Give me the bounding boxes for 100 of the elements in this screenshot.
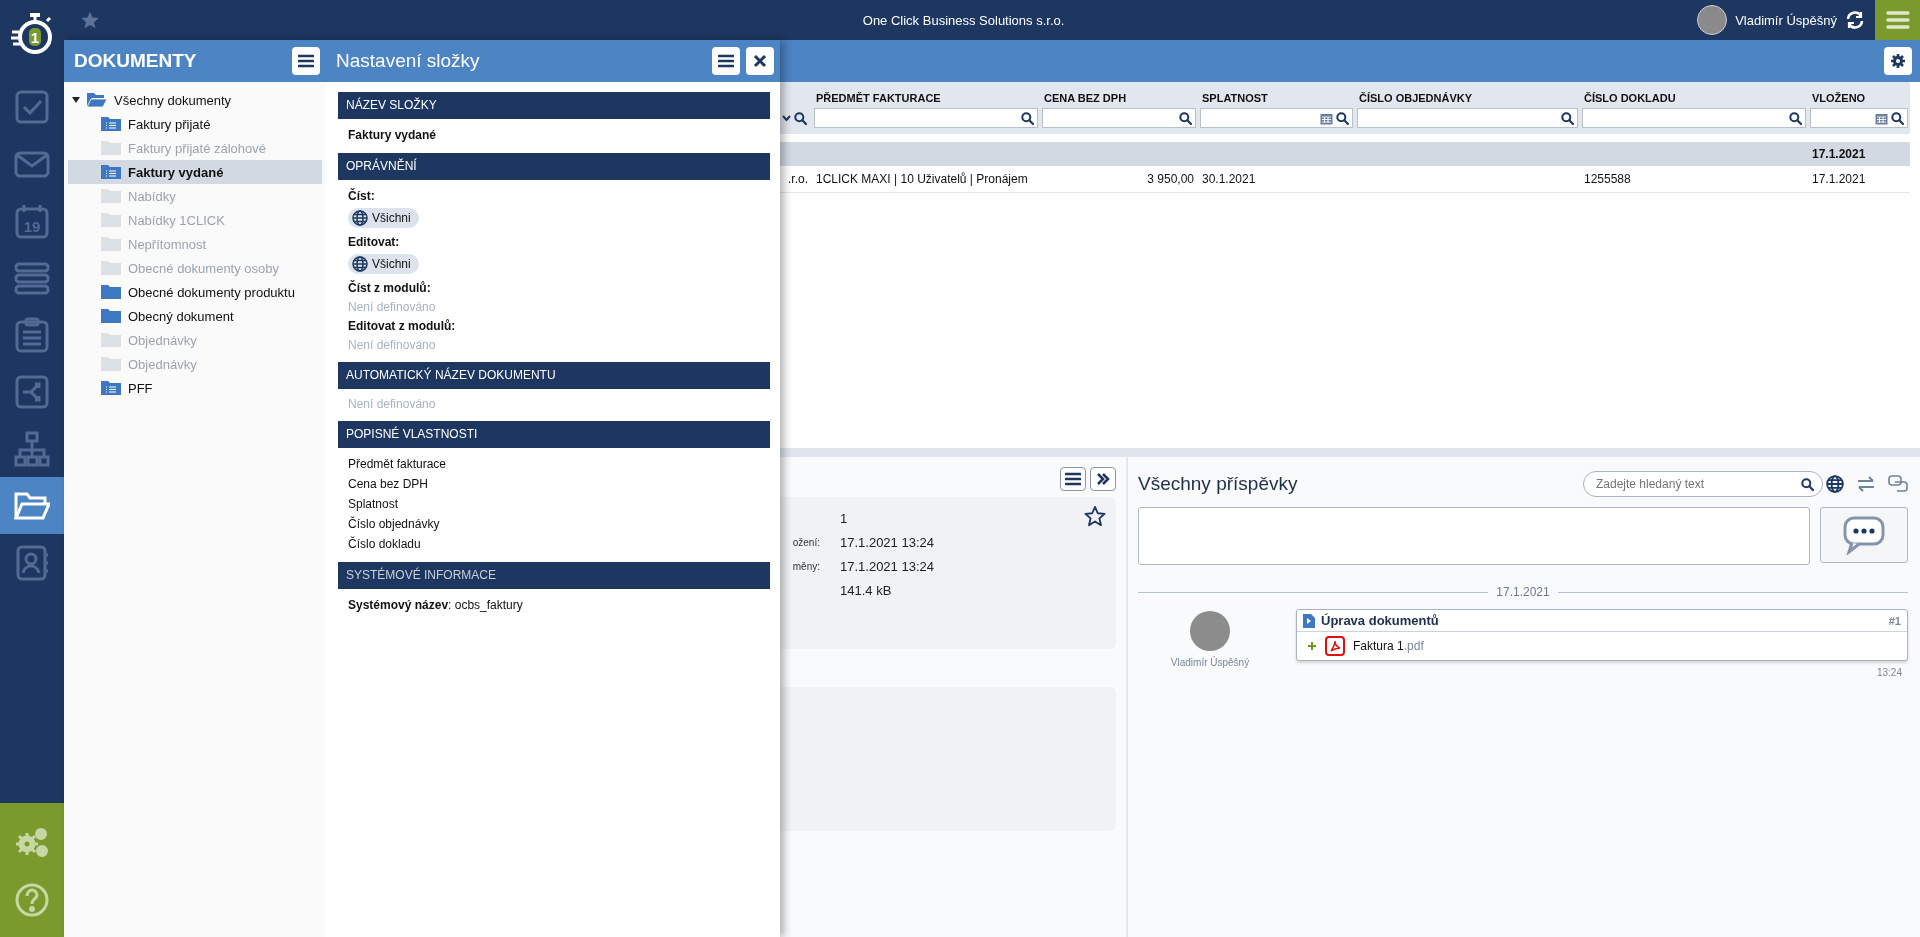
caret-icon[interactable] <box>72 97 80 103</box>
comment-input[interactable] <box>1138 507 1810 565</box>
settings-button[interactable] <box>1884 47 1912 75</box>
folder-icon <box>100 236 122 252</box>
list-folder-icon <box>100 116 122 132</box>
filter-field[interactable] <box>1357 108 1578 128</box>
star-icon[interactable] <box>1084 505 1106 527</box>
close-icon <box>753 54 767 68</box>
section-heading: AUTOMATICKÝ NÁZEV DOKUMENTU <box>338 362 770 389</box>
org-icon <box>14 430 50 467</box>
date-filter-field[interactable] <box>1200 108 1353 128</box>
search-icon <box>794 111 807 125</box>
panel-title: DOKUMENTY <box>74 50 198 72</box>
menu-button[interactable] <box>1060 467 1086 491</box>
comments-title: Všechny příspěvky <box>1138 473 1299 495</box>
folder-icon <box>100 212 122 228</box>
date-divider: 17.1.2021 <box>1496 585 1550 599</box>
table-cell-text: 30.1.2021 <box>1201 171 1257 188</box>
open-folder-icon <box>86 92 108 108</box>
field-value: 141.4 kB <box>840 582 892 600</box>
property-item: Číslo dokladu <box>348 535 422 553</box>
globe-icon <box>352 210 368 226</box>
empty-value: Není definováno <box>348 299 437 316</box>
refresh-icon[interactable] <box>1845 10 1865 30</box>
menu-icon <box>718 54 734 68</box>
date-filter-field[interactable] <box>1810 108 1908 128</box>
property-item: Číslo objednávky <box>348 515 441 533</box>
empty-value: Není definováno <box>348 337 437 354</box>
menu-icon <box>1065 472 1081 486</box>
search-icon <box>1789 111 1802 125</box>
folder-tree-item[interactable]: Faktury přijaté <box>68 112 322 136</box>
post-number: #1 <box>1888 614 1901 627</box>
rail-item[interactable] <box>0 477 64 534</box>
permission-tag: Všichni <box>348 208 419 228</box>
user-avatar[interactable] <box>1697 5 1728 35</box>
field-label: ožení: <box>791 536 820 550</box>
calendar-icon <box>1875 111 1888 125</box>
calendar-icon <box>1320 111 1333 125</box>
column-header[interactable]: SPLATNOST <box>1198 82 1355 108</box>
folder-tree-item[interactable]: Faktury vydané <box>68 160 322 184</box>
table-cell-text: 3 950,00 <box>1146 171 1195 188</box>
menu-button[interactable] <box>292 47 320 75</box>
globe-icon[interactable] <box>1826 475 1844 493</box>
property-item: Splatnost <box>348 496 400 513</box>
attachment-link[interactable]: Faktura 1.pdf <box>1353 639 1424 653</box>
column-header[interactable]: ČÍSLO DOKLADU <box>1580 82 1808 108</box>
field-label: Číst z modulů: <box>348 279 432 297</box>
section-heading: POPISNÉ VLASTNOSTI <box>338 421 770 448</box>
column-header[interactable]: CENA BEZ DPH <box>1040 82 1198 108</box>
double-chevron-icon <box>1096 473 1110 485</box>
folder-tree-item[interactable]: Všechny dokumenty <box>68 88 322 112</box>
column-header[interactable]: PŘEDMĚT FAKTURACE <box>812 82 1040 108</box>
menu-icon <box>298 54 314 68</box>
table-cell-text: 1255588 <box>1583 171 1632 188</box>
star-icon[interactable] <box>80 10 100 30</box>
post-time: 13:24 <box>1875 667 1903 678</box>
folder-tree-item[interactable]: PFF <box>68 376 322 400</box>
table-cell-text: 17.1.2021 <box>1811 171 1867 188</box>
filter-field[interactable] <box>1582 108 1806 128</box>
globe-icon <box>352 256 368 272</box>
expand-button[interactable] <box>1090 467 1116 491</box>
close-button[interactable] <box>746 47 774 75</box>
folder-icon <box>100 188 122 204</box>
user-name[interactable]: Vladimír Úspěšný <box>1735 12 1837 28</box>
list-folder-icon <box>100 164 122 180</box>
swap-icon[interactable] <box>1856 476 1876 492</box>
plus-icon <box>1307 641 1317 651</box>
group-row-date: 17.1.2021 <box>1811 146 1867 163</box>
property-item: Předmět fakturace <box>348 456 448 473</box>
field-value: 17.1.2021 13:24 <box>840 558 934 576</box>
search-field[interactable]: Zadejte hledaný text <box>1583 471 1823 497</box>
field-value: 1 <box>840 510 848 528</box>
folder-tree-item[interactable]: Obecný dokument <box>68 304 322 328</box>
folder-icon <box>100 260 122 276</box>
permission-tag: Všichni <box>348 254 419 274</box>
help-icon <box>14 882 50 918</box>
filter-field[interactable] <box>1042 108 1196 128</box>
field-label: měny: <box>791 560 820 574</box>
folder-icon <box>100 284 122 300</box>
chevron-icon[interactable] <box>782 114 791 122</box>
empty-value: Není definováno <box>348 396 437 413</box>
tasks-icon <box>14 88 50 125</box>
author-name: Vladimír Úspěšný <box>1170 657 1250 668</box>
send-button[interactable] <box>1820 507 1908 563</box>
column-header[interactable]: VLOŽENO <box>1808 82 1910 108</box>
table-cell-text: .r.o. <box>787 171 809 188</box>
folder-tree-item[interactable]: Obecné dokumenty produktu <box>68 280 322 304</box>
filter-field[interactable] <box>814 108 1038 128</box>
section-heading: SYSTÉMOVÉ INFORMACE <box>338 562 770 589</box>
search-icon <box>1021 111 1034 125</box>
search-icon <box>1336 111 1349 125</box>
column-header[interactable]: ČÍSLO OBJEDNÁVKY <box>1355 82 1580 108</box>
menu-icon <box>1885 10 1910 30</box>
folder-icon <box>100 308 122 324</box>
list-folder-icon <box>100 380 122 396</box>
panel-title: Nastavení složky <box>336 50 481 72</box>
post-title: Úprava dokumentů <box>1321 613 1440 628</box>
document-icon <box>1303 613 1315 628</box>
clipboard-icon <box>14 316 50 353</box>
menu-button[interactable] <box>712 47 740 75</box>
